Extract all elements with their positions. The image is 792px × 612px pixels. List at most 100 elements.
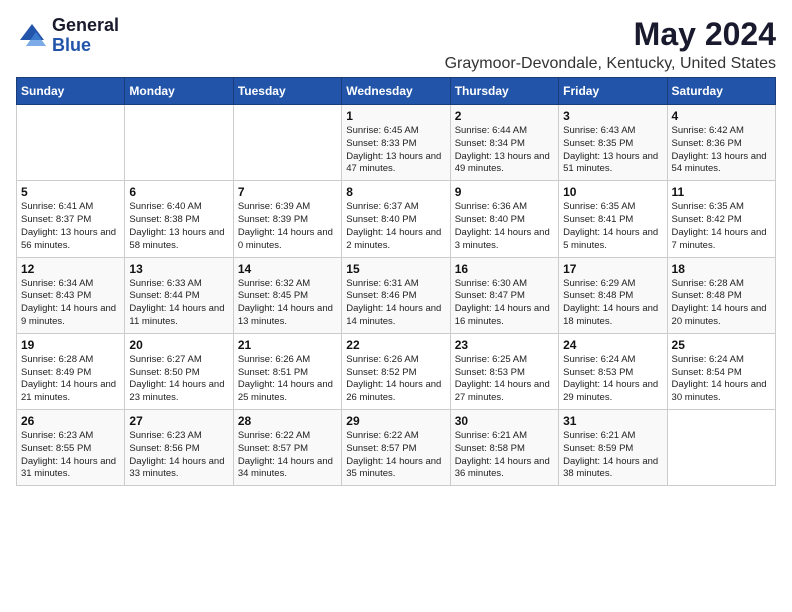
day-info: Sunrise: 6:40 AM Sunset: 8:38 PM Dayligh…: [129, 201, 228, 252]
calendar-cell: 7 Sunrise: 6:39 AM Sunset: 8:39 PM Daylig…: [233, 181, 341, 257]
day-number: 3: [563, 109, 662, 123]
calendar-cell: 15 Sunrise: 6:31 AM Sunset: 8:46 PM Dayli…: [342, 257, 450, 333]
calendar-cell: 27 Sunrise: 6:23 AM Sunset: 8:56 PM Dayli…: [125, 410, 233, 486]
calendar-cell: 24 Sunrise: 6:24 AM Sunset: 8:53 PM Dayli…: [559, 333, 667, 409]
calendar-body: 1 Sunrise: 6:45 AM Sunset: 8:33 PM Daylig…: [17, 105, 776, 486]
day-info: Sunrise: 6:26 AM Sunset: 8:52 PM Dayligh…: [346, 354, 445, 405]
logo-icon: [16, 20, 48, 52]
day-number: 19: [21, 338, 120, 352]
calendar-cell: 13Sunrise: 6:33 AM Sunset: 8:44 PM Dayli…: [125, 257, 233, 333]
day-number: 28: [238, 414, 337, 428]
header-cell-wednesday: Wednesday: [342, 78, 450, 105]
subtitle: Graymoor-Devondale, Kentucky, United Sta…: [445, 55, 776, 73]
day-info: Sunrise: 6:39 AM Sunset: 8:39 PM Dayligh…: [238, 201, 337, 252]
calendar-cell: 23Sunrise: 6:25 AM Sunset: 8:53 PM Dayli…: [450, 333, 558, 409]
day-number: 24: [563, 338, 662, 352]
calendar-header: SundayMondayTuesdayWednesdayThursdayFrid…: [17, 78, 776, 105]
day-info: Sunrise: 6:21 AM Sunset: 8:59 PM Dayligh…: [563, 430, 662, 481]
day-info: Sunrise: 6:24 AM Sunset: 8:53 PM Dayligh…: [563, 354, 662, 405]
calendar-cell: 29Sunrise: 6:22 AM Sunset: 8:57 PM Dayli…: [342, 410, 450, 486]
week-row-4: 19Sunrise: 6:28 AM Sunset: 8:49 PM Dayli…: [17, 333, 776, 409]
calendar-cell: 30Sunrise: 6:21 AM Sunset: 8:58 PM Dayli…: [450, 410, 558, 486]
day-number: 20: [129, 338, 228, 352]
day-info: Sunrise: 6:32 AM Sunset: 8:45 PM Dayligh…: [238, 278, 337, 329]
title-block: May 2024 Graymoor-Devondale, Kentucky, U…: [445, 16, 776, 73]
day-number: 31: [563, 414, 662, 428]
day-info: Sunrise: 6:41 AM Sunset: 8:37 PM Dayligh…: [21, 201, 120, 252]
calendar-cell: 20Sunrise: 6:27 AM Sunset: 8:50 PM Dayli…: [125, 333, 233, 409]
calendar-cell: 10Sunrise: 6:35 AM Sunset: 8:41 PM Dayli…: [559, 181, 667, 257]
day-number: 6: [129, 185, 228, 199]
day-info: Sunrise: 6:37 AM Sunset: 8:40 PM Dayligh…: [346, 201, 445, 252]
day-info: Sunrise: 6:42 AM Sunset: 8:36 PM Dayligh…: [672, 125, 771, 176]
calendar-cell: 26Sunrise: 6:23 AM Sunset: 8:55 PM Dayli…: [17, 410, 125, 486]
day-info: Sunrise: 6:22 AM Sunset: 8:57 PM Dayligh…: [346, 430, 445, 481]
header-cell-saturday: Saturday: [667, 78, 775, 105]
day-info: Sunrise: 6:23 AM Sunset: 8:56 PM Dayligh…: [129, 430, 228, 481]
calendar-cell: [667, 410, 775, 486]
day-info: Sunrise: 6:30 AM Sunset: 8:47 PM Dayligh…: [455, 278, 554, 329]
day-number: 12: [21, 262, 120, 276]
logo-text: General Blue: [52, 16, 119, 56]
header-cell-friday: Friday: [559, 78, 667, 105]
day-number: 27: [129, 414, 228, 428]
day-number: 4: [672, 109, 771, 123]
day-number: 26: [21, 414, 120, 428]
day-number: 11: [672, 185, 771, 199]
calendar-cell: 19Sunrise: 6:28 AM Sunset: 8:49 PM Dayli…: [17, 333, 125, 409]
week-row-1: 1 Sunrise: 6:45 AM Sunset: 8:33 PM Daylig…: [17, 105, 776, 181]
page-header: General Blue May 2024 Graymoor-Devondale…: [16, 16, 776, 73]
day-info: Sunrise: 6:45 AM Sunset: 8:33 PM Dayligh…: [346, 125, 445, 176]
calendar-cell: 17 Sunrise: 6:29 AM Sunset: 8:48 PM Dayli…: [559, 257, 667, 333]
calendar-cell: 1 Sunrise: 6:45 AM Sunset: 8:33 PM Daylig…: [342, 105, 450, 181]
header-row: SundayMondayTuesdayWednesdayThursdayFrid…: [17, 78, 776, 105]
calendar-cell: 4 Sunrise: 6:42 AM Sunset: 8:36 PM Daylig…: [667, 105, 775, 181]
calendar-cell: 12 Sunrise: 6:34 AM Sunset: 8:43 PM Dayli…: [17, 257, 125, 333]
calendar-cell: 8 Sunrise: 6:37 AM Sunset: 8:40 PM Daylig…: [342, 181, 450, 257]
day-number: 1: [346, 109, 445, 123]
day-number: 13: [129, 262, 228, 276]
logo-general: General: [52, 16, 119, 36]
week-row-5: 26Sunrise: 6:23 AM Sunset: 8:55 PM Dayli…: [17, 410, 776, 486]
day-info: Sunrise: 6:36 AM Sunset: 8:40 PM Dayligh…: [455, 201, 554, 252]
calendar-cell: [233, 105, 341, 181]
week-row-3: 12 Sunrise: 6:34 AM Sunset: 8:43 PM Dayli…: [17, 257, 776, 333]
calendar-cell: 22Sunrise: 6:26 AM Sunset: 8:52 PM Dayli…: [342, 333, 450, 409]
day-info: Sunrise: 6:31 AM Sunset: 8:46 PM Dayligh…: [346, 278, 445, 329]
day-number: 8: [346, 185, 445, 199]
day-info: Sunrise: 6:26 AM Sunset: 8:51 PM Dayligh…: [238, 354, 337, 405]
day-number: 14: [238, 262, 337, 276]
day-number: 21: [238, 338, 337, 352]
calendar-cell: [125, 105, 233, 181]
calendar-cell: 3 Sunrise: 6:43 AM Sunset: 8:35 PM Daylig…: [559, 105, 667, 181]
logo-blue: Blue: [52, 36, 119, 56]
day-info: Sunrise: 6:35 AM Sunset: 8:41 PM Dayligh…: [563, 201, 662, 252]
day-info: Sunrise: 6:22 AM Sunset: 8:57 PM Dayligh…: [238, 430, 337, 481]
day-info: Sunrise: 6:24 AM Sunset: 8:54 PM Dayligh…: [672, 354, 771, 405]
calendar-cell: 14 Sunrise: 6:32 AM Sunset: 8:45 PM Dayli…: [233, 257, 341, 333]
day-number: 7: [238, 185, 337, 199]
day-info: Sunrise: 6:34 AM Sunset: 8:43 PM Dayligh…: [21, 278, 120, 329]
calendar-cell: 16 Sunrise: 6:30 AM Sunset: 8:47 PM Dayli…: [450, 257, 558, 333]
day-number: 17: [563, 262, 662, 276]
day-number: 15: [346, 262, 445, 276]
day-number: 9: [455, 185, 554, 199]
calendar-cell: 21 Sunrise: 6:26 AM Sunset: 8:51 PM Dayli…: [233, 333, 341, 409]
day-number: 25: [672, 338, 771, 352]
day-number: 5: [21, 185, 120, 199]
calendar-cell: 31 Sunrise: 6:21 AM Sunset: 8:59 PM Dayli…: [559, 410, 667, 486]
calendar-cell: 5 Sunrise: 6:41 AM Sunset: 8:37 PM Daylig…: [17, 181, 125, 257]
calendar-cell: 18Sunrise: 6:28 AM Sunset: 8:48 PM Dayli…: [667, 257, 775, 333]
day-info: Sunrise: 6:29 AM Sunset: 8:48 PM Dayligh…: [563, 278, 662, 329]
day-number: 30: [455, 414, 554, 428]
calendar-cell: [17, 105, 125, 181]
day-number: 18: [672, 262, 771, 276]
header-cell-tuesday: Tuesday: [233, 78, 341, 105]
calendar-cell: 6 Sunrise: 6:40 AM Sunset: 8:38 PM Daylig…: [125, 181, 233, 257]
calendar-table: SundayMondayTuesdayWednesdayThursdayFrid…: [16, 77, 776, 486]
logo: General Blue: [16, 16, 119, 56]
day-number: 16: [455, 262, 554, 276]
day-info: Sunrise: 6:43 AM Sunset: 8:35 PM Dayligh…: [563, 125, 662, 176]
day-number: 2: [455, 109, 554, 123]
header-cell-thursday: Thursday: [450, 78, 558, 105]
